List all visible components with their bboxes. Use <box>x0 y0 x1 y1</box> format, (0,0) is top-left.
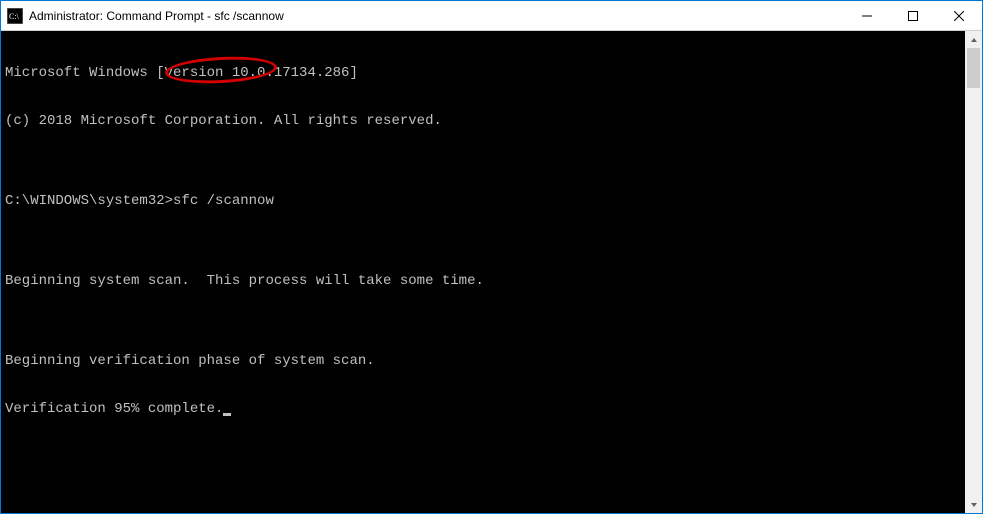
console-line: Verification 95% complete. <box>5 401 961 417</box>
console-line: Microsoft Windows [Version 10.0.17134.28… <box>5 65 961 81</box>
console-prompt-line: C:\WINDOWS\system32>sfc /scannow <box>5 193 961 209</box>
console-line: Beginning verification phase of system s… <box>5 353 961 369</box>
cmd-app-icon: C:\ <box>7 8 23 24</box>
cursor-icon <box>223 413 231 416</box>
close-button[interactable] <box>936 1 982 30</box>
scroll-up-button[interactable] <box>965 31 982 48</box>
scroll-track[interactable] <box>965 48 982 496</box>
prompt-command: sfc /scannow <box>173 193 274 209</box>
console-content[interactable]: Microsoft Windows [Version 10.0.17134.28… <box>1 31 965 513</box>
minimize-button[interactable] <box>844 1 890 30</box>
titlebar: C:\ Administrator: Command Prompt - sfc … <box>1 1 982 31</box>
console-line: Beginning system scan. This process will… <box>5 273 961 289</box>
svg-text:C:\: C:\ <box>9 12 20 21</box>
scroll-thumb[interactable] <box>967 48 980 88</box>
scroll-down-button[interactable] <box>965 496 982 513</box>
titlebar-buttons <box>844 1 982 30</box>
prompt-path: C:\WINDOWS\system32> <box>5 193 173 209</box>
titlebar-left: C:\ Administrator: Command Prompt - sfc … <box>1 8 284 24</box>
vertical-scrollbar[interactable] <box>965 31 982 513</box>
console-line: (c) 2018 Microsoft Corporation. All righ… <box>5 113 961 129</box>
window-title: Administrator: Command Prompt - sfc /sca… <box>29 9 284 23</box>
console-container: Microsoft Windows [Version 10.0.17134.28… <box>1 31 982 513</box>
command-prompt-window: C:\ Administrator: Command Prompt - sfc … <box>0 0 983 514</box>
maximize-button[interactable] <box>890 1 936 30</box>
verification-text: Verification 95% complete. <box>5 401 223 417</box>
